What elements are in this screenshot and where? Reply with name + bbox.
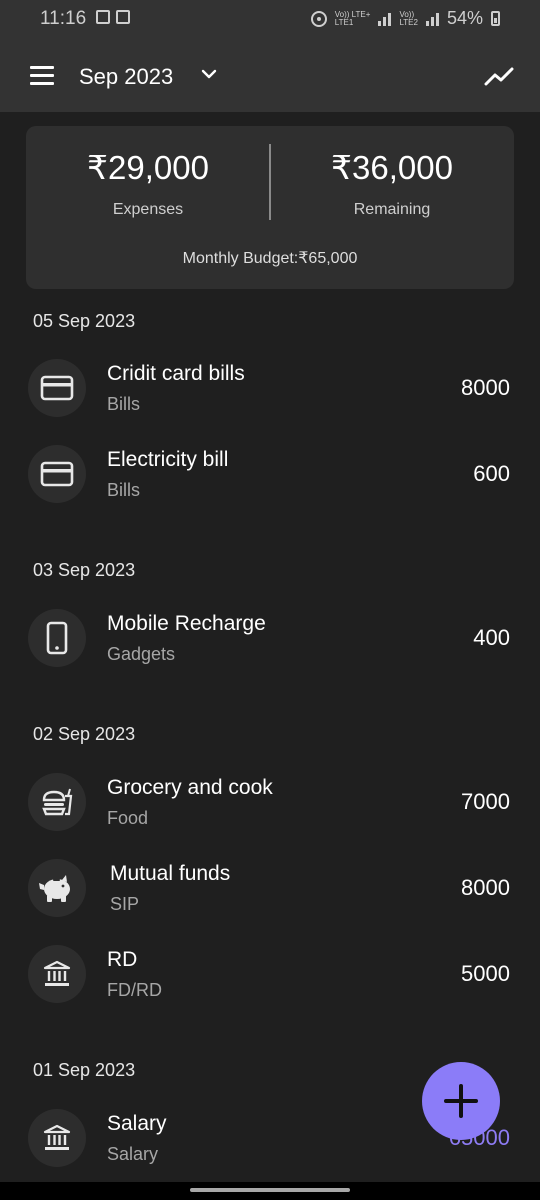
voicemail-notification-icon: [116, 10, 130, 24]
plus-icon: [444, 1084, 478, 1118]
status-bar: 11:16 Vo)) LTE+ LTE1 Vo)) LTE2 54%: [0, 0, 540, 40]
transaction-title: Salary: [107, 1112, 167, 1135]
food-icon: [28, 773, 86, 831]
transaction-title: Electricity bill: [107, 448, 229, 471]
transaction-title: Grocery and cook: [107, 776, 273, 799]
transaction-category: SIP: [110, 894, 140, 914]
menu-icon[interactable]: [30, 66, 54, 86]
remaining-amount: ₹36,000: [331, 149, 453, 186]
hotspot-icon: [310, 10, 327, 27]
transaction-title: RD: [107, 948, 138, 971]
transaction-row[interactable]: Mutual funds SIP 8000: [0, 859, 540, 939]
transaction-category: Bills: [107, 394, 141, 414]
trending-icon[interactable]: [484, 64, 514, 88]
transaction-category: FD/RD: [107, 980, 162, 1000]
bank-icon: [28, 945, 86, 1003]
notification-icons: [96, 10, 130, 24]
transaction-amount: 8000: [461, 875, 510, 900]
battery-icon: [491, 11, 500, 26]
transaction-row[interactable]: RD FD/RD 5000: [0, 945, 540, 1025]
signal-1-icon: [378, 12, 392, 26]
transaction-title: Cridit card bills: [107, 362, 245, 385]
status-time: 11:16: [40, 8, 87, 29]
transaction-category: Gadgets: [107, 644, 176, 664]
date-header: 05 Sep 2023: [33, 311, 136, 331]
transaction-category: Salary: [107, 1144, 159, 1164]
transaction-amount: 8000: [461, 375, 510, 400]
expenses-summary: ₹29,000 Expenses: [26, 148, 270, 219]
add-transaction-button[interactable]: [422, 1062, 500, 1140]
phone-icon: [28, 609, 86, 667]
bank-icon: [28, 1109, 86, 1167]
sim1-lte-label: LTE1: [334, 17, 354, 27]
monthly-budget: Monthly Budget:₹65,000: [182, 250, 358, 267]
transaction-row[interactable]: Mobile Recharge Gadgets 400: [0, 609, 540, 689]
date-header: 03 Sep 2023: [33, 560, 136, 580]
transaction-row[interactable]: Grocery and cook Food 7000: [0, 773, 540, 853]
date-header: 01 Sep 2023: [33, 1060, 136, 1080]
transaction-row[interactable]: Electricity bill Bills 600: [0, 445, 540, 525]
date-header: 02 Sep 2023: [33, 724, 136, 744]
transaction-amount: 600: [473, 461, 510, 486]
transaction-amount: 7000: [461, 789, 510, 814]
transaction-category: Bills: [107, 480, 141, 500]
transaction-title: Mutual funds: [110, 862, 231, 885]
sim2-lte-label: LTE2: [399, 17, 418, 27]
credit-card-icon: [28, 445, 86, 503]
sim1-labels: Vo)) LTE+ LTE1: [334, 10, 371, 27]
transaction-amount: 5000: [461, 961, 510, 986]
month-selector-label[interactable]: Sep 2023: [79, 64, 173, 90]
remaining-label: Remaining: [353, 201, 431, 218]
budget-summary-card: ₹29,000 Expenses ₹36,000 Remaining Month…: [26, 126, 514, 289]
expenses-label: Expenses: [112, 201, 184, 218]
chevron-down-icon[interactable]: [201, 66, 217, 82]
home-gesture-handle[interactable]: [190, 1188, 350, 1192]
transaction-title: Mobile Recharge: [107, 612, 266, 635]
credit-card-icon: [28, 359, 86, 417]
signal-2-icon: [425, 12, 439, 26]
image-notification-icon: [96, 10, 110, 24]
app-bar: Sep 2023: [0, 40, 540, 112]
navigation-bar: [0, 1182, 540, 1200]
transaction-amount: 400: [473, 625, 510, 650]
status-right: Vo)) LTE+ LTE1 Vo)) LTE2 54%: [310, 8, 500, 29]
remaining-summary: ₹36,000 Remaining: [270, 148, 514, 219]
piggy-bank-icon: [28, 859, 86, 917]
sim2-labels: Vo)) LTE2: [399, 10, 418, 27]
battery-percent: 54%: [446, 8, 483, 28]
transaction-row[interactable]: Cridit card bills Bills 8000: [0, 359, 540, 439]
transaction-category: Food: [107, 808, 149, 828]
expenses-amount: ₹29,000: [87, 149, 209, 186]
